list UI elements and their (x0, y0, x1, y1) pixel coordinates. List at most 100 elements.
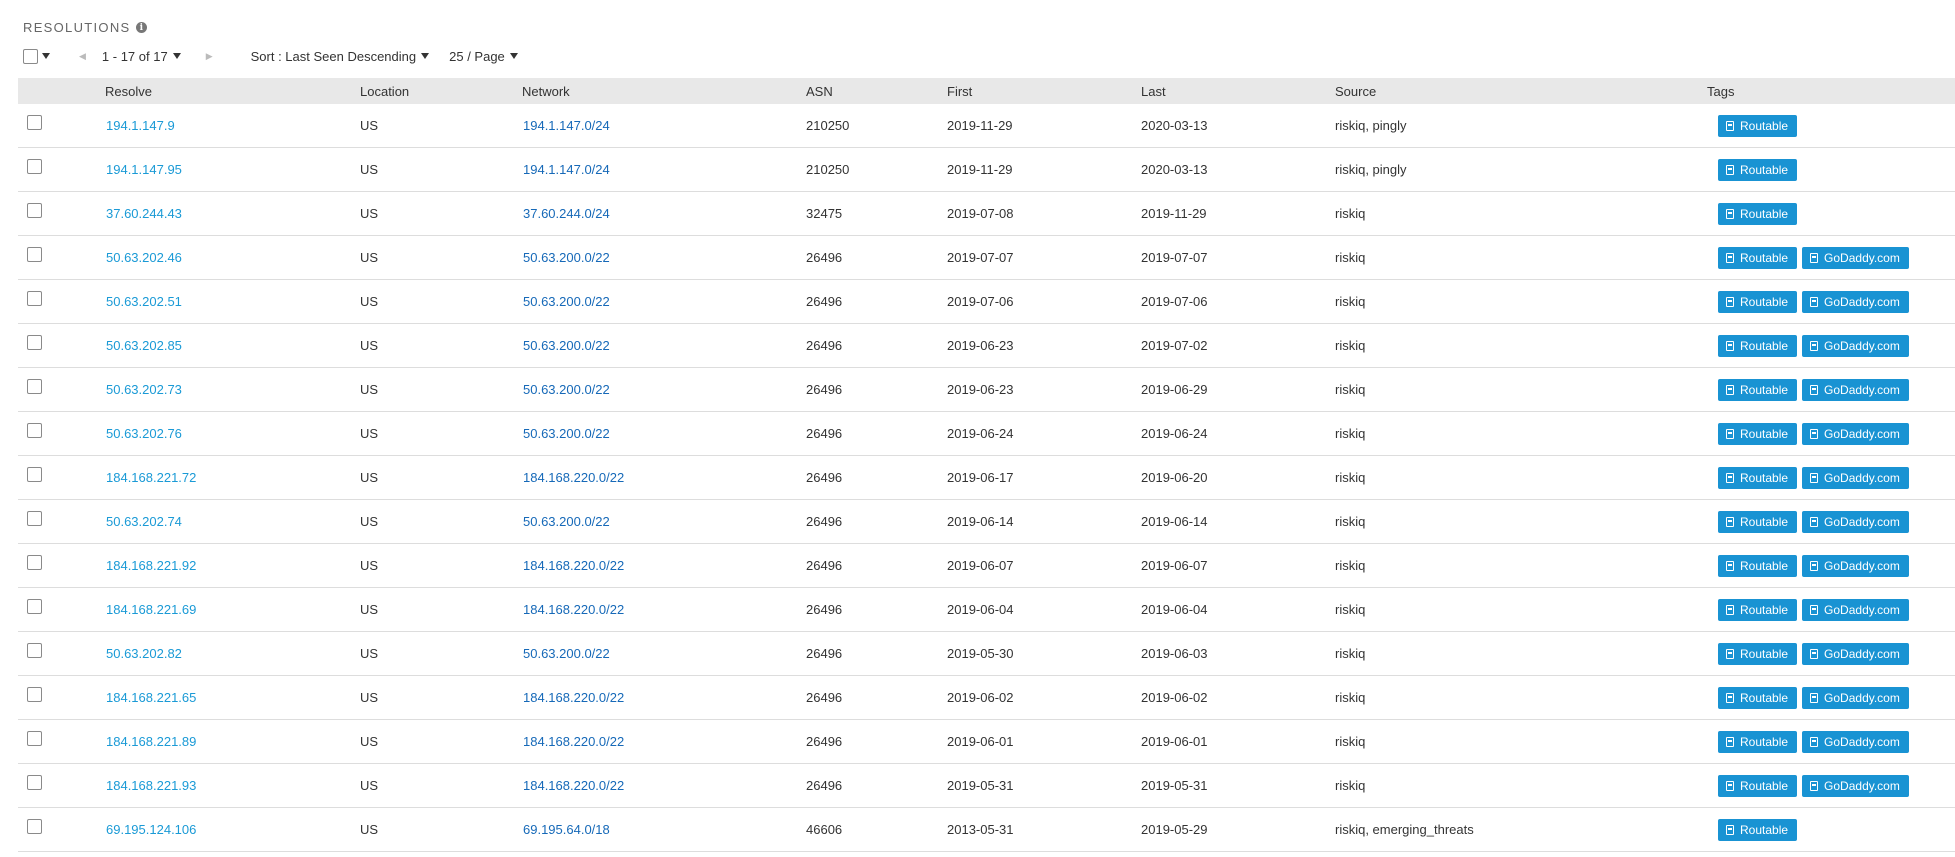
network-link[interactable]: 184.168.220.0/22 (523, 734, 624, 749)
tag-button[interactable]: Routable (1718, 467, 1798, 489)
tag-button[interactable]: Routable (1718, 115, 1798, 137)
network-link[interactable]: 184.168.220.0/22 (523, 690, 624, 705)
page-range-dropdown[interactable]: 1 - 17 of 17 (102, 49, 181, 64)
network-link[interactable]: 50.63.200.0/22 (523, 514, 610, 529)
tag-button[interactable]: GoDaddy.com (1802, 291, 1909, 313)
tag-button[interactable]: Routable (1718, 379, 1798, 401)
column-header-network[interactable]: Network (522, 84, 570, 99)
tag-button[interactable]: GoDaddy.com (1802, 599, 1909, 621)
network-link[interactable]: 184.168.220.0/22 (523, 602, 624, 617)
row-checkbox[interactable] (27, 247, 42, 262)
location-cell: US (360, 206, 379, 221)
row-checkbox[interactable] (27, 379, 42, 394)
resolve-link[interactable]: 184.168.221.92 (106, 558, 196, 573)
network-link[interactable]: 194.1.147.0/24 (523, 118, 610, 133)
tag-button[interactable]: Routable (1718, 335, 1798, 357)
row-checkbox[interactable] (27, 599, 42, 614)
column-header-location[interactable]: Location (360, 84, 409, 99)
tag-button[interactable]: GoDaddy.com (1802, 511, 1909, 533)
tag-button[interactable]: Routable (1718, 203, 1798, 225)
sort-dropdown[interactable]: Sort : Last Seen Descending (251, 49, 430, 64)
row-checkbox[interactable] (27, 203, 42, 218)
resolve-link[interactable]: 69.195.124.106 (106, 822, 196, 837)
tag-button[interactable]: GoDaddy.com (1802, 379, 1909, 401)
resolve-link[interactable]: 50.63.202.82 (106, 646, 182, 661)
tag-button[interactable]: Routable (1718, 291, 1798, 313)
tag-button[interactable]: Routable (1718, 511, 1798, 533)
network-link[interactable]: 50.63.200.0/22 (523, 646, 610, 661)
select-all-checkbox[interactable] (23, 48, 38, 64)
tag-button[interactable]: GoDaddy.com (1802, 423, 1909, 445)
tag-button[interactable]: GoDaddy.com (1802, 687, 1909, 709)
next-page-icon[interactable]: ▶ (206, 51, 213, 62)
per-page-dropdown[interactable]: 25 / Page (449, 49, 518, 64)
tag-button[interactable]: GoDaddy.com (1802, 467, 1909, 489)
resolve-link[interactable]: 50.63.202.85 (106, 338, 182, 353)
row-checkbox[interactable] (27, 511, 42, 526)
resolve-link[interactable]: 184.168.221.69 (106, 602, 196, 617)
tag-button[interactable]: Routable (1718, 247, 1798, 269)
tag-button[interactable]: Routable (1718, 731, 1798, 753)
tag-button[interactable]: Routable (1718, 643, 1798, 665)
row-checkbox[interactable] (27, 291, 42, 306)
resolve-link[interactable]: 50.63.202.51 (106, 294, 182, 309)
tag-button[interactable]: GoDaddy.com (1802, 247, 1909, 269)
row-checkbox[interactable] (27, 423, 42, 438)
column-header-asn[interactable]: ASN (806, 84, 833, 99)
row-checkbox[interactable] (27, 115, 42, 130)
row-checkbox[interactable] (27, 467, 42, 482)
tag-button[interactable]: Routable (1718, 819, 1798, 841)
resolve-link[interactable]: 50.63.202.74 (106, 514, 182, 529)
row-checkbox[interactable] (27, 687, 42, 702)
select-all-dropdown[interactable] (23, 48, 50, 64)
network-link[interactable]: 184.168.220.0/22 (523, 778, 624, 793)
info-icon[interactable]: i (136, 22, 148, 33)
resolve-link[interactable]: 50.63.202.46 (106, 250, 182, 265)
column-header-source[interactable]: Source (1335, 84, 1376, 99)
resolve-link[interactable]: 194.1.147.95 (106, 162, 182, 177)
tag-button[interactable]: GoDaddy.com (1802, 555, 1909, 577)
resolve-link[interactable]: 50.63.202.76 (106, 426, 182, 441)
tag-button[interactable]: GoDaddy.com (1802, 335, 1909, 357)
row-checkbox[interactable] (27, 555, 42, 570)
resolve-link[interactable]: 37.60.244.43 (106, 206, 182, 221)
tag-button[interactable]: Routable (1718, 687, 1798, 709)
network-link[interactable]: 184.168.220.0/22 (523, 470, 624, 485)
tag-label: Routable (1740, 735, 1789, 749)
network-link[interactable]: 50.63.200.0/22 (523, 426, 610, 441)
resolve-link[interactable]: 50.63.202.73 (106, 382, 182, 397)
network-link[interactable]: 50.63.200.0/22 (523, 250, 610, 265)
network-link[interactable]: 184.168.220.0/22 (523, 558, 624, 573)
tag-button[interactable]: GoDaddy.com (1802, 775, 1909, 797)
tag-button[interactable]: GoDaddy.com (1802, 731, 1909, 753)
row-checkbox[interactable] (27, 643, 42, 658)
row-checkbox[interactable] (27, 819, 42, 834)
network-link[interactable]: 69.195.64.0/18 (523, 822, 610, 837)
tag-button[interactable]: Routable (1718, 159, 1798, 181)
column-header-resolve[interactable]: Resolve (105, 84, 152, 99)
network-link[interactable]: 194.1.147.0/24 (523, 162, 610, 177)
tag-button[interactable]: Routable (1718, 599, 1798, 621)
tag-button[interactable]: Routable (1718, 555, 1798, 577)
resolve-link[interactable]: 194.1.147.9 (106, 118, 175, 133)
row-checkbox[interactable] (27, 731, 42, 746)
prev-page-icon[interactable]: ◀ (79, 51, 86, 62)
tag-button[interactable]: Routable (1718, 423, 1798, 445)
column-header-first[interactable]: First (947, 84, 972, 99)
row-checkbox[interactable] (27, 159, 42, 174)
resolve-link[interactable]: 184.168.221.93 (106, 778, 196, 793)
network-link[interactable]: 37.60.244.0/24 (523, 206, 610, 221)
row-checkbox[interactable] (27, 335, 42, 350)
tag-button[interactable]: GoDaddy.com (1802, 643, 1909, 665)
first-seen-cell: 2019-06-07 (947, 558, 1014, 573)
resolve-link[interactable]: 184.168.221.65 (106, 690, 196, 705)
column-header-last[interactable]: Last (1141, 84, 1166, 99)
resolve-link[interactable]: 184.168.221.72 (106, 470, 196, 485)
chevron-down-icon (509, 53, 518, 59)
row-checkbox[interactable] (27, 775, 42, 790)
network-link[interactable]: 50.63.200.0/22 (523, 338, 610, 353)
resolve-link[interactable]: 184.168.221.89 (106, 734, 196, 749)
network-link[interactable]: 50.63.200.0/22 (523, 382, 610, 397)
tag-button[interactable]: Routable (1718, 775, 1798, 797)
network-link[interactable]: 50.63.200.0/22 (523, 294, 610, 309)
